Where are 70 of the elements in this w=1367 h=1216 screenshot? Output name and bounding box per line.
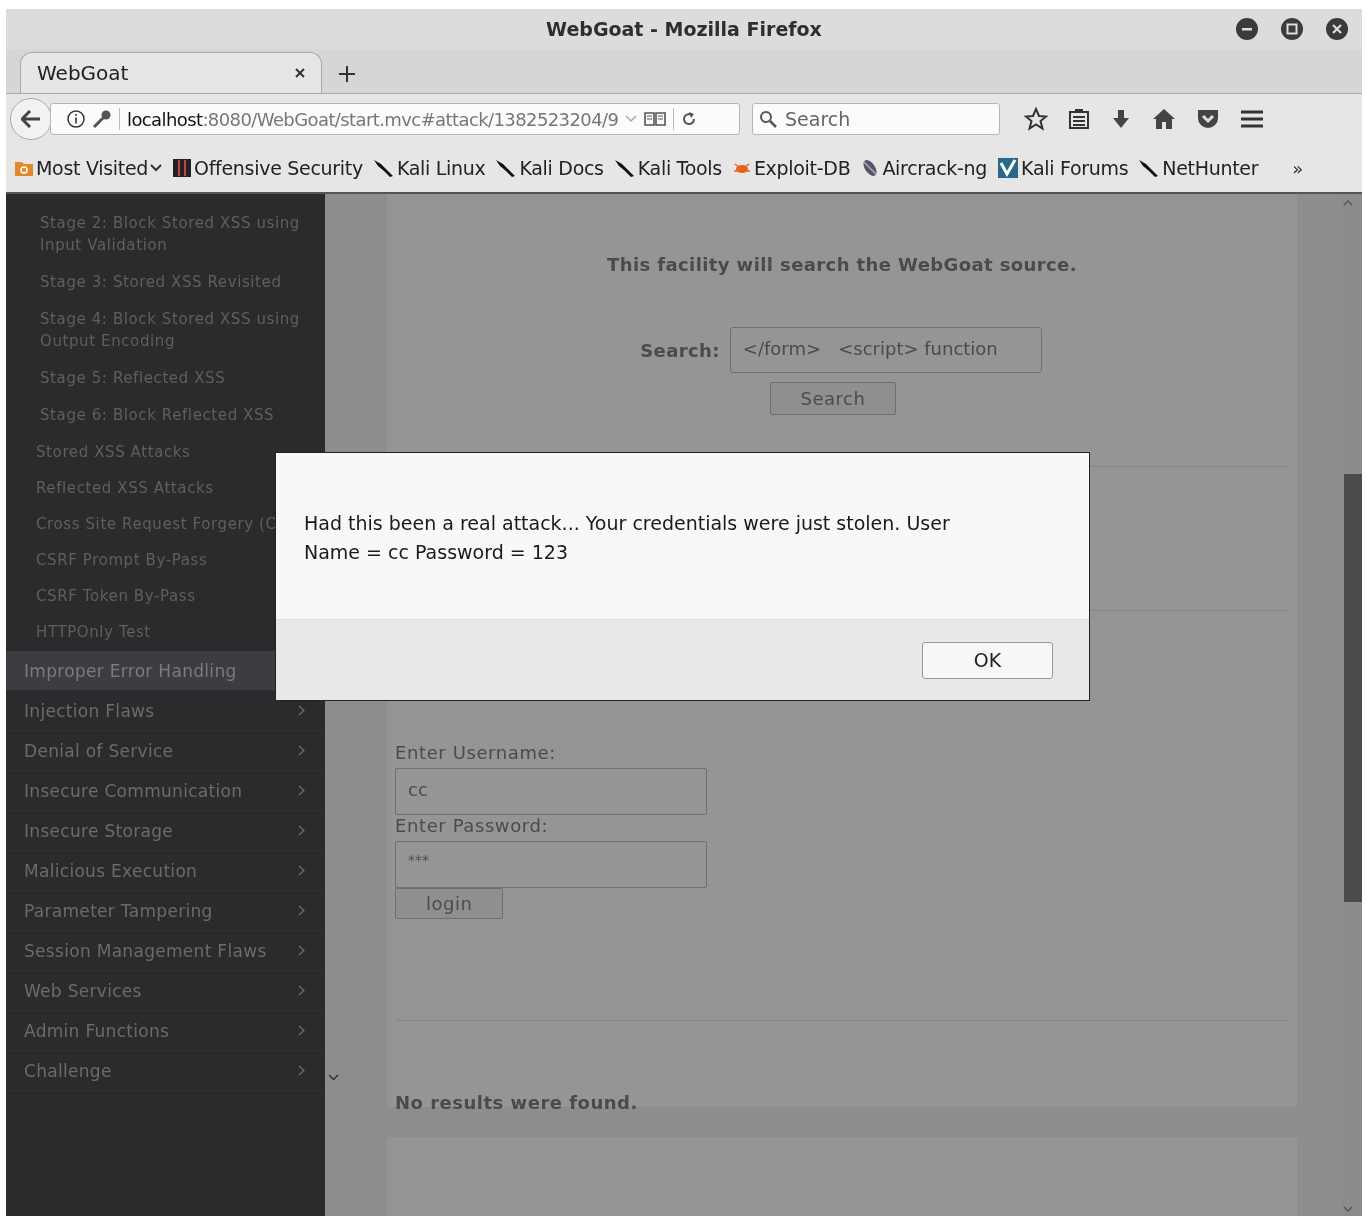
login-button[interactable]: login <box>395 888 504 919</box>
plus-icon[interactable] <box>338 65 356 83</box>
menu-item[interactable]: Insecure Storage <box>6 811 325 851</box>
chevron-right-icon <box>298 985 305 996</box>
chevron-right-icon <box>298 905 305 916</box>
chevron-down-icon[interactable] <box>328 1074 339 1081</box>
key-icon <box>92 110 112 128</box>
menu-item[interactable]: Session Management Flaws <box>6 931 325 971</box>
search-field[interactable]: Search <box>752 103 1000 135</box>
menu-item[interactable]: Web Services <box>6 971 325 1011</box>
chevron-right-icon <box>298 705 305 716</box>
result-text: No results were found. <box>395 1092 638 1113</box>
menu-item[interactable]: Insecure Communication <box>6 771 325 811</box>
window-title: WebGoat - Mozilla Firefox <box>546 18 822 40</box>
logo-icon <box>172 158 193 178</box>
back-button[interactable] <box>10 98 52 140</box>
chevron-right-icon <box>298 865 305 876</box>
info-icon <box>67 110 85 128</box>
close-icon[interactable] <box>1326 18 1348 40</box>
username-label: Enter Username: <box>395 742 556 763</box>
bookmark-item[interactable]: Kali Docs <box>495 157 604 179</box>
heading: This facility will search the WebGoat source. <box>606 254 1078 275</box>
search-button[interactable]: Search <box>769 382 897 415</box>
scrollbar-thumb[interactable] <box>1344 474 1362 902</box>
star-icon[interactable] <box>1024 107 1048 131</box>
chevron-down-icon <box>150 164 163 172</box>
password-field[interactable]: *** <box>395 841 707 888</box>
chevron-right-icon <box>298 745 305 756</box>
bookmark-item[interactable]: Exploit-DB <box>731 157 851 179</box>
menu-item[interactable]: Parameter Tampering <box>6 891 325 931</box>
chevron-right-icon <box>298 1065 305 1076</box>
menu-item[interactable]: Challenge <box>6 1051 325 1091</box>
clipboard-icon[interactable] <box>1068 108 1090 130</box>
ok-button[interactable]: OK <box>922 641 1053 679</box>
logo-icon <box>997 157 1020 179</box>
download-icon[interactable] <box>1110 108 1132 130</box>
bookmark-item[interactable]: Kali Linux <box>372 157 486 179</box>
browser-tab[interactable]: WebGoat <box>20 52 322 93</box>
search-icon <box>759 110 777 128</box>
minimize-icon[interactable] <box>1236 18 1258 40</box>
pocket-icon[interactable] <box>1196 108 1220 130</box>
address-bar[interactable]: localhost:8080/WebGoat/start.mvc#attack/1382523204/9 <box>50 103 740 135</box>
back-icon <box>21 110 41 128</box>
chevron-right-icon <box>298 825 305 836</box>
bookmark-item[interactable]: Kali Tools <box>613 157 722 179</box>
chevron-right-icon <box>298 1025 305 1036</box>
url-text: localhost:8080/WebGoat/start.mvc#attack/1382523204/9 <box>127 108 619 130</box>
chevron-right-icon <box>298 785 305 796</box>
menu-icon[interactable] <box>1240 109 1264 129</box>
search-input[interactable]: </form> <script> function <box>729 327 1042 373</box>
dialog-message: Had this been a real attack... Your credentials were just stolen. User Name = cc Password = 123 <box>304 511 951 565</box>
folder-icon <box>14 159 34 177</box>
maximize-icon[interactable] <box>1281 18 1303 40</box>
home-icon[interactable] <box>1152 108 1176 130</box>
username-field[interactable]: cc <box>395 768 707 815</box>
bookmark-item[interactable]: Offensive Security <box>172 157 363 179</box>
menu-item[interactable]: Malicious Execution <box>6 851 325 891</box>
bookmark-item[interactable]: Aircrack-ng <box>860 157 988 179</box>
chevron-right-icon <box>298 945 305 956</box>
bookmark-item[interactable]: Kali Forums <box>997 157 1129 179</box>
overflow-button[interactable]: » <box>1292 157 1304 179</box>
reader-icon[interactable] <box>644 111 667 127</box>
password-label: Enter Password: <box>395 815 549 836</box>
close-icon[interactable] <box>295 68 305 78</box>
bookmark-item[interactable]: NetHunter <box>1138 157 1259 179</box>
bookmark-item[interactable]: Most Visited <box>14 157 163 179</box>
search-label: Search: <box>640 339 720 361</box>
reload-icon[interactable] <box>681 111 698 127</box>
menu-item[interactable]: Denial of Service <box>6 731 325 771</box>
menu-item[interactable]: Admin Functions <box>6 1011 325 1051</box>
